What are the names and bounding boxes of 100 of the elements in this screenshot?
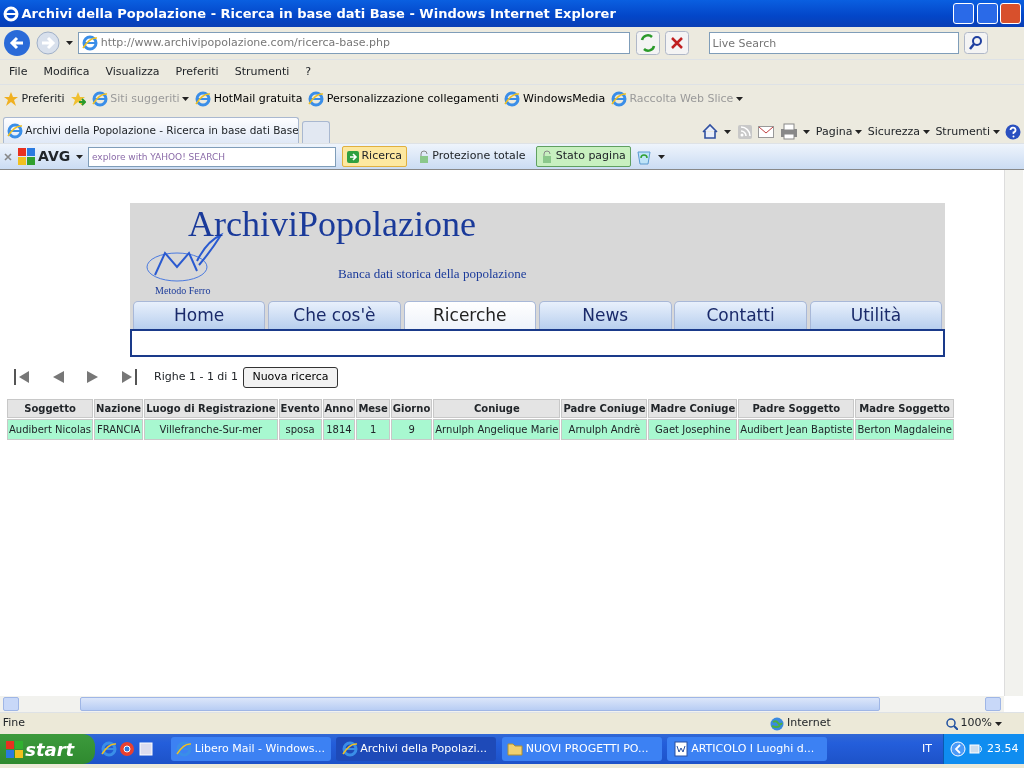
caret-icon <box>657 154 665 159</box>
vertical-scrollbar[interactable] <box>1004 170 1023 696</box>
yahoo-search-field[interactable]: explore with YAHOO! SEARCH <box>88 146 337 167</box>
printer-icon[interactable] <box>779 123 798 141</box>
pager-info: Righe 1 - 1 di 1 <box>154 369 238 385</box>
favorite-link[interactable]: HotMail gratuita <box>194 90 303 108</box>
menu-item[interactable]: File <box>1 63 36 81</box>
search-field[interactable]: Live Search <box>708 32 959 54</box>
new-search-button[interactable]: Nuova ricerca <box>243 367 338 388</box>
menu-item[interactable]: Strumenti <box>226 63 298 81</box>
avg-logo-button[interactable]: AVG <box>18 146 71 167</box>
command-menu[interactable]: Strumenti <box>935 123 1000 140</box>
window-icon[interactable] <box>138 741 154 757</box>
recycle-icon[interactable] <box>636 148 653 165</box>
expand-tray-icon[interactable] <box>949 741 966 757</box>
taskbar-window-button[interactable]: NUOVI PROGETTI PO... <box>501 737 662 761</box>
status-text: Fine <box>2 715 27 732</box>
table-cell: Gaet Josephine <box>648 418 738 440</box>
table-cell: FRANCIA <box>94 418 144 440</box>
table-cell: Audibert Jean Baptiste <box>738 418 855 440</box>
caret-icon <box>922 129 930 134</box>
table-cell: sposa <box>278 418 322 440</box>
table-cell: Audibert Nicolas <box>7 418 93 440</box>
ie-page-icon <box>91 91 108 107</box>
refresh-icon[interactable] <box>635 31 660 55</box>
taskbar-window-button[interactable]: Archivi della Popolazi... <box>336 737 496 761</box>
menu-item[interactable]: Modifica <box>35 63 98 81</box>
clock: 23.54 <box>987 740 1019 757</box>
caret-icon <box>855 129 863 134</box>
table-cell: 1 <box>356 418 390 440</box>
close-button[interactable] <box>1000 3 1022 24</box>
ie-page-icon <box>341 741 358 757</box>
minimize-button[interactable] <box>952 3 974 24</box>
nav-tab[interactable]: Utilità <box>809 301 943 329</box>
mail-icon[interactable] <box>758 125 775 138</box>
star-icon <box>2 91 19 107</box>
column-header: Madre Coniuge <box>648 398 738 418</box>
taskbar-window-button[interactable]: Libero Mail - Windows... <box>170 737 331 761</box>
site-subtitle: Banca dati storica della popolazione <box>338 264 527 283</box>
ie-page-icon <box>6 122 23 139</box>
lock-icon <box>541 149 554 164</box>
table-cell: 9 <box>390 418 433 440</box>
caret-icon <box>75 154 83 159</box>
column-header: Anno <box>322 398 356 418</box>
caret-icon <box>803 129 811 134</box>
column-header: Evento <box>278 398 322 418</box>
ie-page-icon <box>194 91 211 107</box>
toolbar-button[interactable]: Protezione totale <box>412 146 531 167</box>
menu-item[interactable]: Preferiti <box>167 63 227 81</box>
column-header: Luogo di Registrazione <box>144 398 278 418</box>
ie-page-icon <box>504 91 521 107</box>
close-icon[interactable] <box>2 151 13 162</box>
window-title: Archivi della Popolazione - Ricerca in base dati Base - Windows Internet Explorer <box>21 4 617 23</box>
folder-icon <box>507 741 523 757</box>
ie-logo-icon <box>2 5 19 22</box>
column-header: Padre Soggetto <box>738 398 855 418</box>
browser-tab[interactable]: Archivi della Popolazione - Ricerca in base dati Base <box>2 117 299 143</box>
language-indicator[interactable]: IT <box>922 740 932 758</box>
start-button[interactable]: start <box>0 734 95 764</box>
search-button[interactable]: Ricerca <box>341 146 408 167</box>
menu-item[interactable]: Visualizza <box>97 63 168 81</box>
favorite-link[interactable]: Personalizzazione collegamenti <box>307 90 499 108</box>
nav-tab[interactable]: Ricerche <box>403 301 537 329</box>
stop-icon[interactable] <box>665 31 690 55</box>
document-icon <box>672 741 689 757</box>
first-page-icon[interactable] <box>12 367 32 388</box>
caret-icon <box>724 129 732 134</box>
zoom-button[interactable]: 100% <box>940 715 1008 732</box>
column-header: Nazione <box>94 398 144 418</box>
arrow-icon <box>346 150 359 163</box>
menu-item[interactable]: ? <box>297 63 320 81</box>
back-icon[interactable] <box>2 29 31 57</box>
address-bar[interactable]: http://www.archivipopolazione.com/ricerca-base.php <box>78 32 631 54</box>
home-icon[interactable] <box>700 123 719 141</box>
ie-page-icon <box>82 35 98 51</box>
browser-icon[interactable] <box>119 741 136 757</box>
toolbar-button[interactable]: Stato pagina <box>536 146 631 167</box>
table-cell: Villefranche-Sur-mer <box>144 418 278 440</box>
horizontal-scrollbar[interactable] <box>0 696 1004 712</box>
nav-tab[interactable]: Home <box>132 301 266 329</box>
zoom-icon <box>945 717 958 730</box>
nav-tab[interactable]: News <box>538 301 672 329</box>
ie-page-icon <box>100 741 117 757</box>
favorite-link[interactable]: WindowsMedia <box>504 90 606 108</box>
column-header: Madre Soggetto <box>855 398 954 418</box>
search-icon[interactable] <box>964 32 989 54</box>
help-icon[interactable] <box>1005 123 1022 140</box>
taskbar-window-button[interactable]: ARTICOLO I Luoghi d... <box>667 737 827 761</box>
add-favorite-icon[interactable] <box>70 91 87 107</box>
favorites-button[interactable]: Preferiti <box>2 90 65 108</box>
restore-button[interactable] <box>976 3 998 24</box>
column-header: Coniuge <box>433 398 561 418</box>
table-cell: Berton Magdaleine <box>855 418 954 440</box>
lock-icon <box>417 149 430 164</box>
caret-icon <box>65 41 73 45</box>
nav-tab[interactable]: Che cos'è <box>268 301 401 329</box>
caret-icon <box>992 129 1000 134</box>
command-menu[interactable]: Pagina <box>815 123 863 140</box>
command-menu[interactable]: Sicurezza <box>867 123 930 140</box>
nav-tab[interactable]: Contatti <box>674 301 807 329</box>
